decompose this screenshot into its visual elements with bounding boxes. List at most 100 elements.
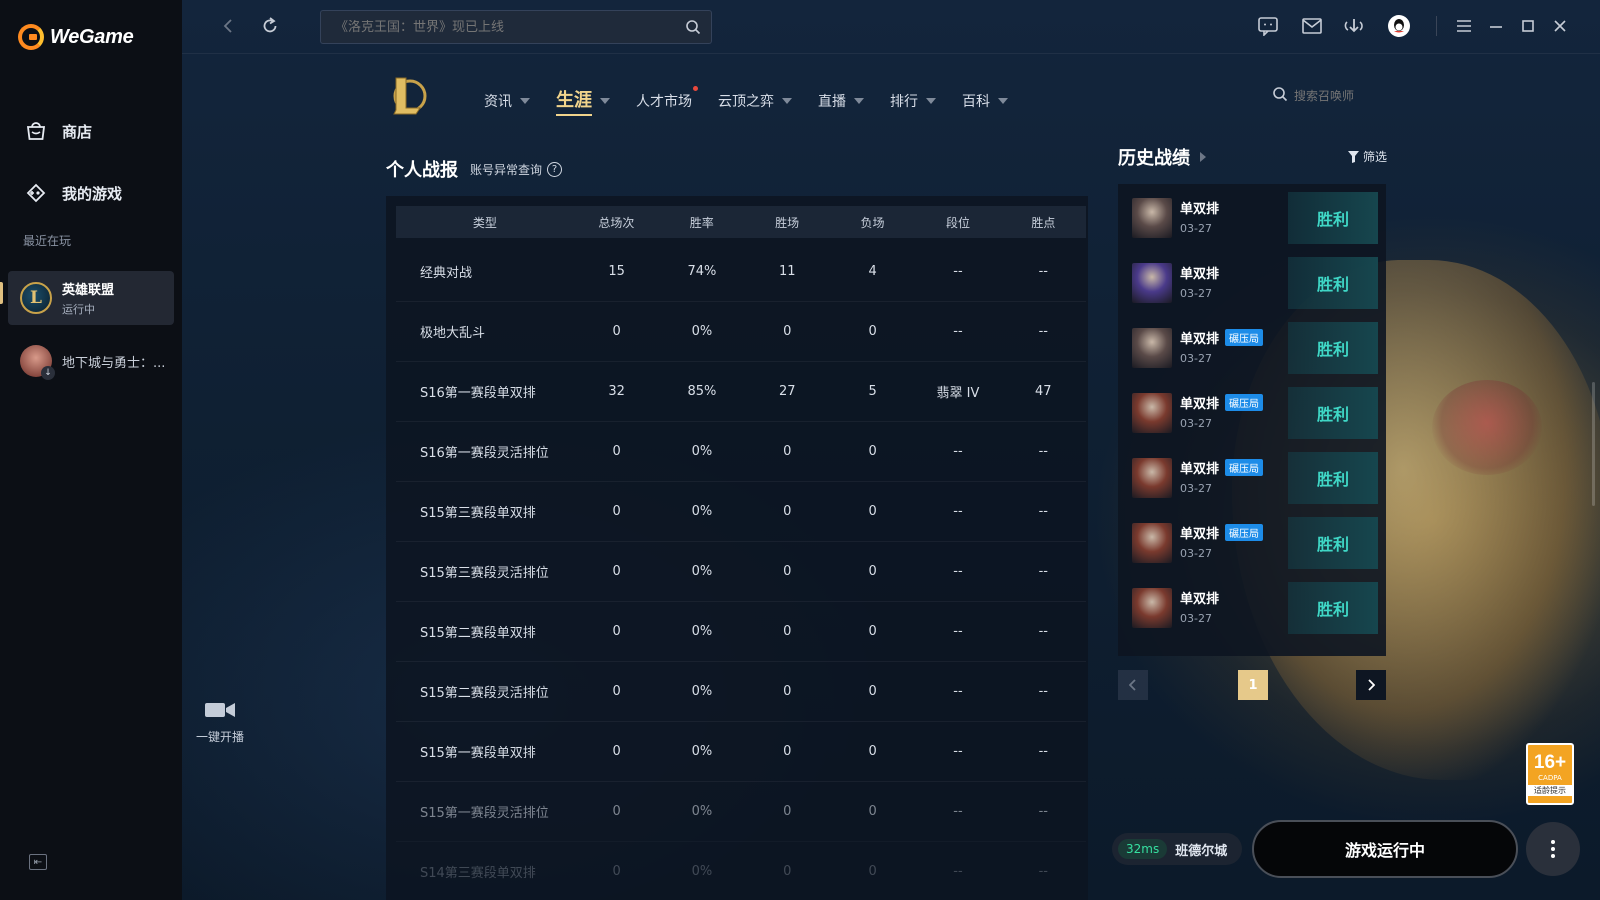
account-anomaly-link[interactable]: 账号异常查询 ? (470, 161, 563, 178)
table-cell: 0% (691, 744, 713, 759)
filter-button[interactable]: 筛选 (1348, 148, 1387, 165)
table-row: S14第三赛段单双排 0 0% 0 0 -- -- (396, 842, 1086, 900)
back-icon[interactable] (216, 14, 240, 38)
nav-tab-tft[interactable]: 云顶之弈 (718, 86, 818, 116)
recent-game-dnf[interactable]: ↓ 地下城与勇士：... (8, 334, 174, 388)
table-cell: 0 (868, 324, 877, 339)
table-cell: 0% (691, 804, 713, 819)
avatar[interactable] (1387, 14, 1411, 38)
table-row: S16第一赛段灵活排位 0 0% 0 0 -- -- (396, 422, 1086, 482)
store-bag-icon (24, 119, 48, 143)
mail-icon[interactable] (1300, 14, 1324, 38)
nav-tab-news[interactable]: 资讯 (484, 86, 556, 116)
maximize-icon[interactable] (1516, 14, 1540, 38)
wegame-logo[interactable]: WeGame (18, 24, 134, 50)
recent-game-lol[interactable]: L 英雄联盟 运行中 (8, 271, 174, 325)
sidebar-item-label: 我的游戏 (62, 184, 123, 203)
table-cell: 0 (868, 804, 877, 819)
table-cell: -- (953, 684, 963, 699)
table-cell: 47 (1035, 384, 1052, 399)
champion-portrait (1132, 393, 1172, 433)
record-table: 类型 总场次 胜率 胜场 负场 段位 胜点 经典对战 15 74% 11 4 -- -- 极地… (386, 196, 1088, 900)
table-cell: -- (1038, 264, 1048, 279)
next-page-button[interactable] (1356, 670, 1386, 700)
match-item[interactable]: 单双排 03-27 胜利 (1118, 578, 1386, 638)
sidebar-item-my-games[interactable]: 我的游戏 (0, 162, 182, 224)
start-stream-button[interactable]: 一键开播 (192, 700, 248, 745)
search-icon[interactable] (685, 19, 701, 39)
table-cell: -- (1038, 564, 1048, 579)
match-date: 03-27 (1180, 612, 1212, 625)
refresh-icon[interactable] (258, 14, 282, 38)
nav-tab-talent-market[interactable]: 人才市场 (636, 86, 718, 116)
more-options-icon[interactable] (1526, 822, 1580, 876)
table-cell: 0 (868, 744, 877, 759)
help-icon[interactable]: ? (547, 161, 563, 177)
game-running-button[interactable]: 游戏运行中 (1252, 820, 1518, 878)
match-item[interactable]: 单双排 碾压局 03-27 胜利 (1118, 448, 1386, 508)
collapse-sidebar-icon[interactable]: ⇤ (29, 854, 47, 870)
background-artwork-detail (1432, 380, 1542, 475)
summoner-search[interactable] (1272, 86, 1374, 106)
age-rating-badge[interactable]: 16+ CADPA 适龄提示 (1526, 743, 1574, 805)
nav-tab-live[interactable]: 直播 (818, 86, 890, 116)
match-item[interactable]: 单双排 03-27 胜利 (1118, 253, 1386, 313)
table-cell: 0 (612, 804, 621, 819)
table-cell: 0 (783, 804, 792, 819)
search-input[interactable] (335, 19, 675, 35)
wegame-logo-icon (18, 24, 44, 50)
table-cell: 0 (783, 744, 792, 759)
search-bar[interactable] (320, 10, 712, 44)
lol-logo-icon[interactable] (388, 74, 428, 118)
record-header: 个人战报 账号异常查询 ? (386, 156, 563, 182)
match-date: 03-27 (1180, 482, 1212, 495)
table-row: S15第三赛段灵活排位 0 0% 0 0 -- -- (396, 542, 1086, 602)
table-cell: -- (953, 744, 963, 759)
champion-portrait (1132, 198, 1172, 238)
column-header: 类型 (472, 215, 497, 230)
age-rating-value: 16+ (1533, 751, 1567, 773)
server-status[interactable]: 32ms 班德尔城 (1112, 833, 1242, 865)
table-cell: -- (1038, 624, 1048, 639)
table-cell: 0% (691, 324, 713, 339)
active-indicator (0, 282, 3, 304)
nav-tab-career[interactable]: 生涯 (556, 86, 636, 116)
menu-icon[interactable] (1452, 14, 1476, 38)
table-header: 类型 总场次 胜率 胜场 负场 段位 胜点 (396, 206, 1086, 238)
table-cell: -- (953, 324, 963, 339)
table-cell: 27 (779, 384, 796, 399)
champion-portrait (1132, 458, 1172, 498)
download-badge-icon: ↓ (41, 366, 55, 380)
nav-tab-wiki[interactable]: 百科 (962, 86, 1034, 116)
table-row: S15第一赛段单双排 0 0% 0 0 -- -- (396, 722, 1086, 782)
match-info: 单双排 碾压局 03-27 (1180, 328, 1264, 365)
pagination: 1 (1118, 670, 1386, 700)
chat-icon[interactable] (1256, 14, 1280, 38)
table-row: 极地大乱斗 0 0% 0 0 -- -- (396, 302, 1086, 362)
table-cell: 4 (868, 264, 877, 279)
match-info: 单双排 碾压局 03-27 (1180, 393, 1264, 430)
search-icon (1272, 86, 1288, 106)
summoner-search-input[interactable] (1294, 89, 1374, 103)
scrollbar[interactable] (1592, 382, 1595, 506)
minimize-icon[interactable] (1484, 14, 1508, 38)
close-icon[interactable] (1548, 14, 1572, 38)
table-cell: 0 (868, 684, 877, 699)
game-nav: 资讯 生涯 人才市场 云顶之弈 直播 排行 百科 (182, 70, 1600, 126)
table-cell: -- (1038, 864, 1048, 879)
table-cell: S16第一赛段灵活排位 (420, 446, 549, 461)
match-item[interactable]: 单双排 03-27 胜利 (1118, 188, 1386, 248)
nav-tab-ranking[interactable]: 排行 (890, 86, 962, 116)
page-number[interactable]: 1 (1238, 670, 1268, 700)
table-cell: 0% (691, 444, 713, 459)
match-badge: 碾压局 (1225, 524, 1264, 541)
match-item[interactable]: 单双排 碾压局 03-27 胜利 (1118, 318, 1386, 378)
download-icon[interactable] (1342, 14, 1366, 38)
match-item[interactable]: 单双排 碾压局 03-27 胜利 (1118, 383, 1386, 443)
sidebar-item-store[interactable]: 商店 (0, 100, 182, 162)
prev-page-button[interactable] (1118, 670, 1148, 700)
table-cell: 85% (687, 384, 717, 399)
history-header[interactable]: 历史战绩 (1118, 144, 1206, 170)
match-item[interactable]: 单双排 碾压局 03-27 胜利 (1118, 513, 1386, 573)
chevron-right-icon (1200, 152, 1206, 162)
